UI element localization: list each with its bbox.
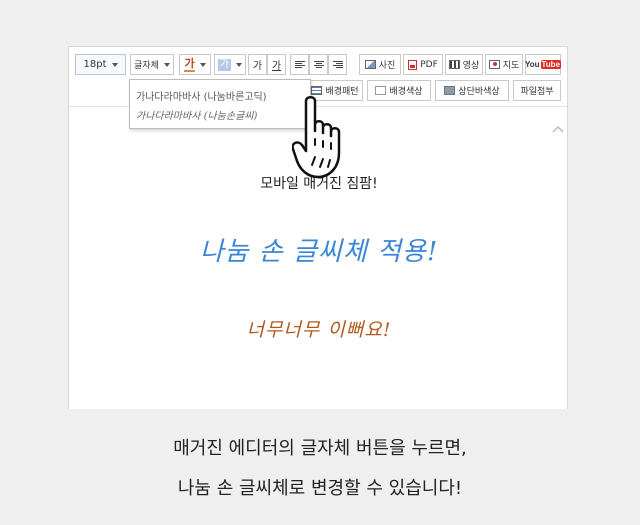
italic-button[interactable]: 가	[248, 54, 267, 75]
highlight-glyph: 가	[217, 58, 232, 71]
youtube-logo-icon: You Tube	[524, 60, 562, 69]
attach-file-button[interactable]: 파일첨부	[513, 80, 561, 101]
font-size-value: 18pt	[83, 59, 107, 70]
font-family-dropdown: 가나다라마바사 (나눔바른고딕) 가나다라마바사 (나눔손글씨)	[129, 79, 311, 129]
align-left-icon	[294, 61, 305, 68]
pdf-icon	[408, 59, 418, 70]
insert-pdf-button[interactable]: PDF	[403, 54, 443, 75]
font-family-label: 글자체	[134, 61, 159, 71]
color-swatch-icon	[444, 86, 456, 95]
font-family-button[interactable]: 글자체	[130, 54, 174, 75]
font-option-handwriting[interactable]: 가나다라마바사 (나눔손글씨)	[136, 107, 257, 122]
caption-line-1: 매거진 에디터의 글자체 버튼을 누르면,	[173, 438, 467, 459]
pattern-icon	[311, 86, 323, 95]
insert-photo-button[interactable]: 사진	[359, 54, 401, 75]
align-right-icon	[332, 61, 343, 68]
map-label: 지도	[502, 61, 520, 71]
top-bar-color-button[interactable]: 상단바색상	[435, 80, 509, 101]
font-option-barun-gothic[interactable]: 가나다라마바사 (나눔바른고딕)	[136, 88, 267, 103]
youtube-you: You	[524, 60, 540, 69]
pdf-label: PDF	[420, 59, 438, 70]
font-color-glyph: 가	[184, 56, 195, 72]
top-bar-color-label: 상단바색상	[458, 87, 500, 97]
content-line-handwriting-brown: 너무너무 이뻐요!	[246, 319, 392, 341]
highlight-color-button[interactable]: 가	[214, 54, 246, 75]
underline-button[interactable]: 가	[267, 54, 286, 75]
attach-file-label: 파일첨부	[520, 87, 554, 97]
align-left-button[interactable]	[290, 54, 309, 75]
align-center-icon	[313, 61, 324, 68]
content-line-handwriting-blue: 나눔 손 글씨체 적용!	[199, 237, 439, 267]
insert-youtube-button[interactable]: You Tube	[524, 54, 562, 75]
caption-line-2: 나눔 손 글씨체로 변경할 수 있습니다!	[177, 478, 463, 499]
align-center-button[interactable]	[309, 54, 328, 75]
youtube-tube: Tube	[540, 60, 562, 69]
font-color-button[interactable]: 가	[179, 54, 211, 75]
photo-label: 사진	[378, 61, 396, 71]
bg-color-label: 배경색상	[389, 87, 423, 97]
map-pin-icon	[488, 60, 500, 69]
insert-map-button[interactable]: 지도	[485, 54, 523, 75]
align-right-button[interactable]	[328, 54, 347, 75]
italic-glyph: 가	[252, 61, 263, 72]
pointing-hand-cursor-icon	[292, 96, 341, 179]
film-icon	[448, 60, 460, 69]
underline-glyph: 가	[271, 61, 282, 72]
photo-icon	[364, 60, 376, 69]
font-size-select[interactable]: 18pt	[75, 54, 126, 75]
video-label: 영상	[462, 61, 480, 71]
color-swatch-icon	[375, 86, 387, 95]
insert-video-button[interactable]: 영상	[445, 54, 483, 75]
bg-color-button[interactable]: 배경색상	[367, 80, 431, 101]
